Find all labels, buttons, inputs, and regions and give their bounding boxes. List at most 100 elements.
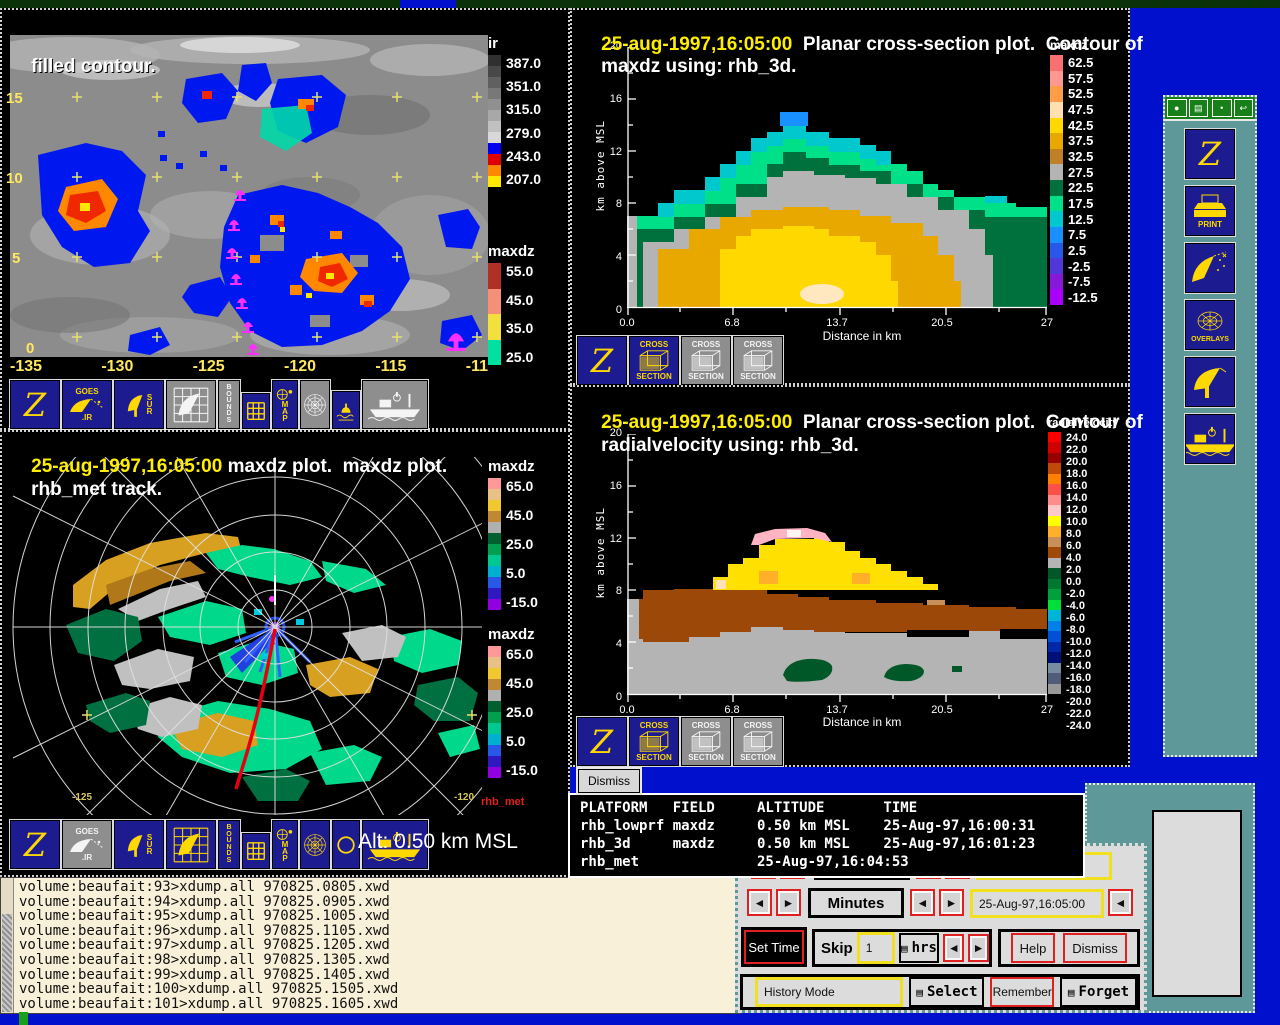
colorbar-value: 22.5 (1068, 180, 1098, 195)
x-tick: 27 (1029, 317, 1065, 329)
xsec-button[interactable]: CROSSSECTION (733, 336, 783, 385)
xsec-button[interactable]: CROSSSECTION (681, 336, 731, 385)
terminal-line: volume:beaufait:98>xdump.all 970825.1305… (19, 953, 734, 968)
sur-button[interactable]: SUR (114, 820, 164, 869)
colorbar-value: -12.5 (1068, 290, 1098, 305)
bounds-button[interactable]: BOUNDS (218, 380, 240, 429)
colorbar-value: 20.0 (1066, 456, 1091, 468)
smallgrid-button[interactable] (242, 833, 270, 869)
radar-colorbar-a: maxdz 65.045.025.05.0-15.0 (488, 458, 538, 610)
icon-window-titlebar[interactable]: ● ▤ icon • ↩ (1165, 97, 1255, 121)
help-dismiss-group: Help Dismiss (998, 929, 1140, 967)
bounds-button[interactable]: BOUNDS (218, 820, 240, 869)
xsec-radial-subtitle: radialvelocity using: rhb_3d. (580, 413, 859, 479)
skip-input[interactable]: 1 (857, 932, 895, 964)
satellite-button[interactable] (1185, 243, 1235, 293)
window-iconify-icon[interactable]: ↩ (1234, 99, 1254, 117)
print-button[interactable]: PRINT (1185, 186, 1235, 236)
set-time-button[interactable]: Set Time (744, 930, 804, 964)
window-doc-icon[interactable]: ▤ (1189, 99, 1209, 117)
time-forward-button[interactable]: ► (939, 889, 964, 916)
ship-button[interactable] (362, 380, 428, 429)
colorbar-value: -15.0 (506, 762, 538, 778)
xsec-button[interactable]: CROSSSECTION (681, 717, 731, 766)
zeb-button[interactable]: Z (577, 336, 627, 385)
terminal-output[interactable]: volume:beaufait:93>xdump.all 970825.0805… (19, 880, 734, 1012)
ir-toolbar: ZGOES.IRSUR BOUNDS MAP (10, 380, 428, 429)
units-dropdown[interactable]: hrs (899, 933, 940, 963)
window-dot-icon[interactable]: • (1212, 99, 1232, 117)
zeb-button[interactable]: Z (10, 820, 60, 869)
goes-button[interactable]: GOES.IR (62, 380, 112, 429)
colorbar-value: -6.0 (1066, 612, 1091, 624)
colorbar-value: 52.5 (1068, 86, 1098, 101)
rings-button[interactable] (300, 820, 330, 869)
help-button[interactable]: Help (1011, 933, 1055, 963)
time-back-button[interactable]: ◄ (910, 889, 935, 916)
minutes-back-button[interactable]: ◄ (747, 889, 772, 916)
xsec-button[interactable]: CROSSSECTION (629, 717, 679, 766)
rings-button[interactable] (300, 380, 330, 429)
gridradar-button[interactable] (166, 820, 216, 869)
zeb-button[interactable]: Z (1185, 129, 1235, 179)
colorbar-value: 207.0 (506, 171, 541, 187)
xsec-button[interactable]: CROSSSECTION (629, 336, 679, 385)
data-table-window: PLATFORM FIELD ALTITUDE TIME rhb_lowprf … (568, 793, 1085, 878)
altitude-readout: Alt: 0.50 km MSL (358, 830, 518, 854)
remember-button[interactable]: Remember (990, 977, 1054, 1007)
colorbar-value: 35.0 (506, 320, 533, 336)
sur-button[interactable]: SUR (114, 380, 164, 429)
terminal-line: volume:beaufait:100>xdump.all 970825.150… (19, 982, 734, 997)
background-window-panel (1152, 810, 1242, 997)
x-tick: 0.0 (609, 704, 645, 716)
forget-button[interactable]: Forget (1060, 977, 1137, 1007)
time-back2-button[interactable]: ◄ (1108, 889, 1133, 916)
minutes-label: Minutes (808, 888, 904, 918)
goes-button[interactable]: GOES.IR (62, 820, 112, 869)
x-tick: -11 (466, 358, 488, 376)
map-button[interactable]: MAP (272, 380, 298, 429)
terminal-scrollbar-thumb[interactable] (2, 914, 12, 1012)
select-button[interactable]: Select (909, 977, 984, 1007)
table-dismiss-button[interactable]: Dismiss (578, 769, 640, 793)
arrow-left-icon: ◄ (1115, 896, 1127, 910)
terminal-line: volume:beaufait:96>xdump.all 970825.1105… (19, 924, 734, 939)
radar-x-label: -125 (72, 792, 92, 803)
xsec-maxdz-toolbar: ZCROSSSECTIONCROSSSECTIONCROSSSECTION (577, 336, 783, 385)
colorbar-value: 7.5 (1068, 227, 1098, 242)
skip-back-button[interactable]: ◄ (943, 934, 964, 962)
colorbar-value: -14.0 (1066, 660, 1091, 672)
dismiss-button[interactable]: Dismiss (1063, 933, 1127, 963)
buoy-button[interactable] (332, 391, 360, 429)
ir-colorbar: ir 387.0351.0315.0279.0243.0207.0 (488, 35, 541, 187)
map-button[interactable]: MAP (272, 820, 298, 869)
smallgrid-button[interactable] (242, 393, 270, 429)
colorbar-value: 243.0 (506, 148, 541, 164)
x-tick: 0.0 (609, 317, 645, 329)
xsec-button[interactable]: CROSSSECTION (733, 717, 783, 766)
time-input[interactable]: 25-Aug-97,16:05:00 (970, 889, 1104, 918)
overlays-button[interactable]: OVERLAYS (1185, 300, 1235, 350)
platform-table: PLATFORM FIELD ALTITUDE TIME rhb_lowprf … (580, 799, 1035, 871)
window-menu-icon[interactable]: ● (1167, 99, 1187, 117)
colorbar-value: 65.0 (506, 478, 538, 494)
skip-forward-button[interactable]: ► (968, 934, 989, 962)
arrow-right-icon: ► (783, 896, 795, 910)
colorbar-value: 279.0 (506, 125, 541, 141)
terminal-window[interactable]: volume:beaufait:93>xdump.all 970825.0805… (0, 877, 741, 1014)
dish-button[interactable] (1185, 357, 1235, 407)
ship-button[interactable] (1185, 414, 1235, 464)
circle-button[interactable] (332, 820, 360, 869)
terminal-scrollbar[interactable] (1, 878, 14, 1013)
colorbar-value: -24.0 (1066, 720, 1091, 732)
xsec-radial-toolbar: ZCROSSSECTIONCROSSSECTIONCROSSSECTION (577, 717, 783, 766)
zeb-button[interactable]: Z (577, 717, 627, 766)
y-tick: 0 (616, 691, 622, 703)
svg-text:Z: Z (590, 723, 614, 761)
zeb-button[interactable]: Z (10, 380, 60, 429)
gridradar-button[interactable] (166, 380, 216, 429)
history-mode-field[interactable]: History Mode (755, 977, 903, 1007)
y-tick: 4 (616, 638, 622, 650)
skip-label: Skip (821, 940, 853, 957)
minutes-forward-button[interactable]: ► (776, 889, 801, 916)
